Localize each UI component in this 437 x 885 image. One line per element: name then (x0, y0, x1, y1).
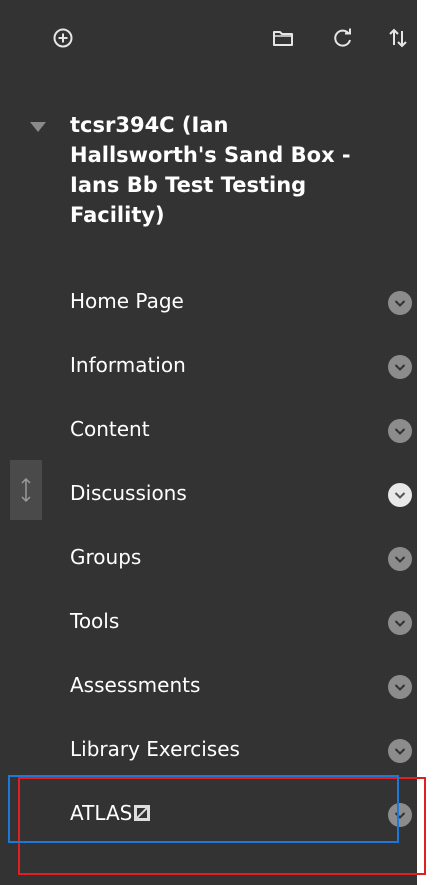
refresh-icon[interactable] (330, 25, 356, 51)
chevron-down-icon[interactable] (388, 803, 412, 827)
menu-item-label: Assessments (70, 673, 201, 697)
sort-icon[interactable] (385, 25, 411, 51)
menu-item-label: Tools (70, 609, 120, 633)
external-link-icon (134, 805, 151, 821)
menu-item-library-exercises[interactable]: Library Exercises (0, 718, 417, 782)
chevron-down-icon[interactable] (388, 483, 412, 507)
menu-item-atlas[interactable]: ATLAS (0, 782, 417, 846)
menu-item-tools[interactable]: Tools (0, 590, 417, 654)
add-circle-icon[interactable] (50, 25, 76, 51)
menu-item-label: Discussions (70, 481, 187, 505)
menu-item-label-text: ATLAS (70, 801, 133, 825)
menu-item-label: Content (70, 417, 150, 441)
menu-item-discussions[interactable]: Discussions (0, 462, 417, 526)
chevron-down-icon[interactable] (388, 355, 412, 379)
menu-item-label: Groups (70, 545, 142, 569)
resize-vertical-icon (21, 477, 31, 503)
chevron-down-icon[interactable] (388, 291, 412, 315)
menu-item-home-page[interactable]: Home Page (0, 270, 417, 334)
collapse-caret-icon[interactable] (30, 122, 46, 132)
course-title[interactable]: tcsr394C (Ian Hallsworth's Sand Box - Ia… (70, 110, 370, 230)
menu-item-label: Library Exercises (70, 737, 240, 761)
menu-item-label: ATLAS (70, 798, 151, 828)
chevron-down-icon[interactable] (388, 739, 412, 763)
course-menu: Home Page Information Content Discussion… (0, 270, 417, 846)
resize-handle[interactable] (10, 460, 42, 520)
menu-item-label: Information (70, 353, 186, 377)
chevron-down-icon[interactable] (388, 419, 412, 443)
chevron-down-icon[interactable] (388, 611, 412, 635)
menu-item-information[interactable]: Information (0, 334, 417, 398)
chevron-down-icon[interactable] (388, 675, 412, 699)
menu-item-label: Home Page (70, 289, 184, 313)
folder-icon[interactable] (270, 25, 296, 51)
course-menu-panel: tcsr394C (Ian Hallsworth's Sand Box - Ia… (0, 0, 417, 885)
menu-item-groups[interactable]: Groups (0, 526, 417, 590)
menu-item-assessments[interactable]: Assessments (0, 654, 417, 718)
course-menu-toolbar (0, 0, 417, 80)
chevron-down-icon[interactable] (388, 547, 412, 571)
menu-item-content[interactable]: Content (0, 398, 417, 462)
